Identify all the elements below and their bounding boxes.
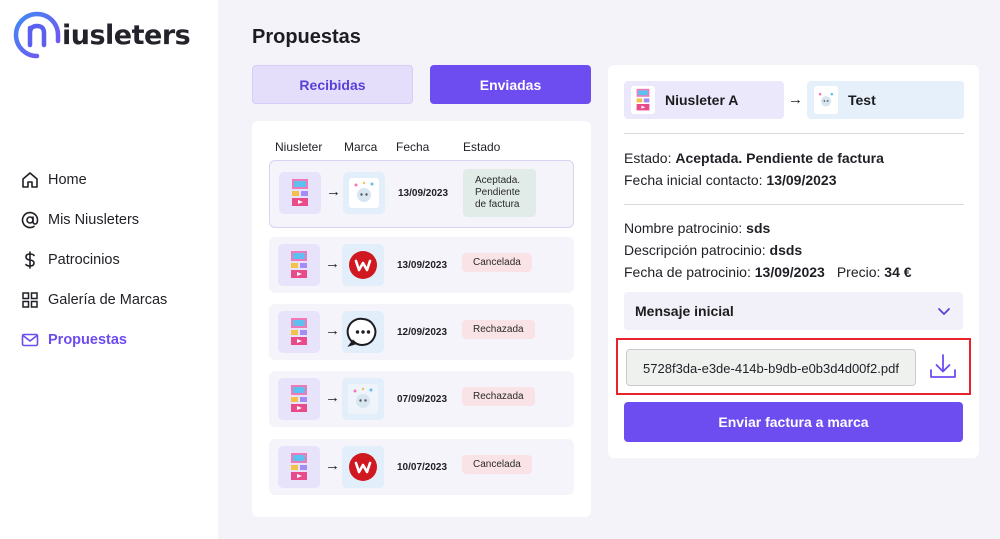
nombre-label: Nombre patrocinio: [624, 220, 743, 236]
sidebar-item-label: Patrocinios [48, 252, 120, 268]
proposal-detail: Niusleter A → Test Estado: Aceptada. Pen… [608, 65, 979, 458]
status-badge: Rechazada [462, 320, 535, 339]
brand-thumbnail-icon [342, 446, 384, 488]
sidebar-item-label: Home [48, 172, 87, 188]
fecha-contacto-label: Fecha inicial contacto: [624, 172, 763, 188]
arrow-right-icon: → [325, 389, 340, 406]
column-header-marca: Marca [344, 140, 378, 154]
sidebar-item-propuestas[interactable]: Propuestas [20, 320, 167, 360]
proposal-date: 13/09/2023 [397, 260, 448, 271]
download-icon[interactable] [927, 350, 959, 382]
logo-mark-icon [12, 10, 62, 60]
niusleter-thumbnail-icon [278, 446, 320, 488]
brand-thumbnail-icon [342, 244, 384, 286]
mensaje-inicial-accordion[interactable]: Mensaje inicial [624, 292, 963, 330]
brand-pill[interactable]: Test [807, 81, 964, 119]
proposal-date: 07/09/2023 [397, 394, 448, 405]
sidebar-item-mis-niusleters[interactable]: Mis Niusleters [20, 200, 167, 240]
list-item[interactable]: → 12/09/2023 Rechazada [269, 304, 574, 360]
nombre-value: sds [746, 220, 771, 236]
column-header-estado: Estado [463, 140, 501, 154]
grid-icon [20, 290, 40, 310]
logo-text: iusleters [62, 19, 191, 51]
niusleter-thumbnail-icon [279, 172, 321, 214]
proposal-date: 12/09/2023 [397, 327, 448, 338]
brand-thumbnail-icon [342, 378, 384, 420]
proposals-list: Niusleter Marca Fecha Estado → 13/09/202… [252, 121, 591, 517]
sidebar: iusleters Home Mis Niusleters Patrocinio… [0, 0, 218, 539]
status-badge: Cancelada [462, 455, 532, 474]
dollar-icon [20, 250, 40, 270]
fecha-contacto-line: Fecha inicial contacto: 13/09/2023 [624, 172, 837, 188]
accordion-label: Mensaje inicial [635, 303, 734, 319]
chat-bubble-icon [342, 311, 384, 353]
fecha-contacto-value: 13/09/2023 [766, 172, 837, 188]
estado-line: Estado: Aceptada. Pendiente de factura [624, 150, 884, 166]
divider [624, 133, 964, 134]
sidebar-item-label: Mis Niusleters [48, 212, 140, 228]
list-item[interactable]: → 13/09/2023 Aceptada. Pendiente de fact… [269, 160, 574, 228]
proposal-date: 10/07/2023 [397, 462, 448, 473]
status-badge: Aceptada. Pendiente de factura [463, 169, 536, 217]
column-header-niusleter: Niusleter [275, 140, 323, 154]
list-item[interactable]: → 10/07/2023 Cancelada [269, 439, 574, 495]
descripcion-line: Descripción patrocinio: dsds [624, 242, 802, 258]
arrow-right-icon: → [326, 183, 341, 200]
sidebar-item-label: Propuestas [48, 332, 127, 348]
descripcion-label: Descripción patrocinio: [624, 242, 766, 258]
sidebar-item-home[interactable]: Home [20, 160, 167, 200]
fecha-patrocinio-label: Fecha de patrocinio: [624, 264, 751, 280]
fecha-patrocinio-line: Fecha de patrocinio: 13/09/2023 Precio: 3… [624, 264, 912, 280]
invoice-file-highlight: 5728f3da-e3de-414b-b9db-e0b3d4d00f2.pdf [616, 338, 971, 395]
logo[interactable]: iusleters [12, 10, 191, 60]
sidebar-item-patrocinios[interactable]: Patrocinios [20, 240, 167, 280]
precio-value: 34 € [884, 264, 912, 280]
arrow-right-icon: → [325, 322, 340, 339]
descripcion-value: dsds [769, 242, 803, 258]
niusleter-thumbnail-icon [631, 86, 655, 114]
fecha-patrocinio-value: 13/09/2023 [754, 264, 825, 280]
precio-label: Precio: [836, 264, 881, 280]
send-invoice-button[interactable]: Enviar factura a marca [624, 402, 963, 442]
list-item[interactable]: → 13/09/2023 Cancelada [269, 237, 574, 293]
brand-name: Test [848, 92, 876, 108]
sidebar-item-label: Galería de Marcas [48, 292, 168, 308]
at-sign-icon [20, 210, 40, 230]
home-icon [20, 170, 40, 190]
mail-icon [20, 330, 40, 350]
tab-enviadas[interactable]: Enviadas [430, 65, 591, 104]
invoice-file-name[interactable]: 5728f3da-e3de-414b-b9db-e0b3d4d00f2.pdf [626, 349, 916, 386]
list-item[interactable]: → 07/09/2023 Rechazada [269, 371, 574, 427]
chevron-down-icon [935, 302, 953, 323]
status-badge: Cancelada [462, 253, 532, 272]
brand-thumbnail-icon [343, 172, 385, 214]
estado-value: Aceptada. Pendiente de factura [675, 150, 884, 166]
arrow-right-icon: → [788, 91, 803, 108]
sidebar-nav: Home Mis Niusleters Patrocinios Galería … [20, 160, 167, 360]
page-title: Propuestas [252, 26, 361, 48]
brand-thumbnail-icon [814, 86, 838, 114]
proposal-date: 13/09/2023 [398, 188, 449, 199]
tab-recibidas[interactable]: Recibidas [252, 65, 413, 104]
column-header-fecha: Fecha [396, 140, 430, 154]
niusleter-pill[interactable]: Niusleter A [624, 81, 784, 119]
niusleter-thumbnail-icon [278, 311, 320, 353]
niusleter-name: Niusleter A [665, 92, 739, 108]
arrow-right-icon: → [325, 457, 340, 474]
status-badge: Rechazada [462, 387, 535, 406]
nombre-line: Nombre patrocinio: sds [624, 220, 770, 236]
estado-label: Estado: [624, 150, 672, 166]
arrow-right-icon: → [325, 255, 340, 272]
divider [624, 204, 964, 205]
sidebar-item-galeria-de-marcas[interactable]: Galería de Marcas [20, 280, 167, 320]
niusleter-thumbnail-icon [278, 244, 320, 286]
niusleter-thumbnail-icon [278, 378, 320, 420]
